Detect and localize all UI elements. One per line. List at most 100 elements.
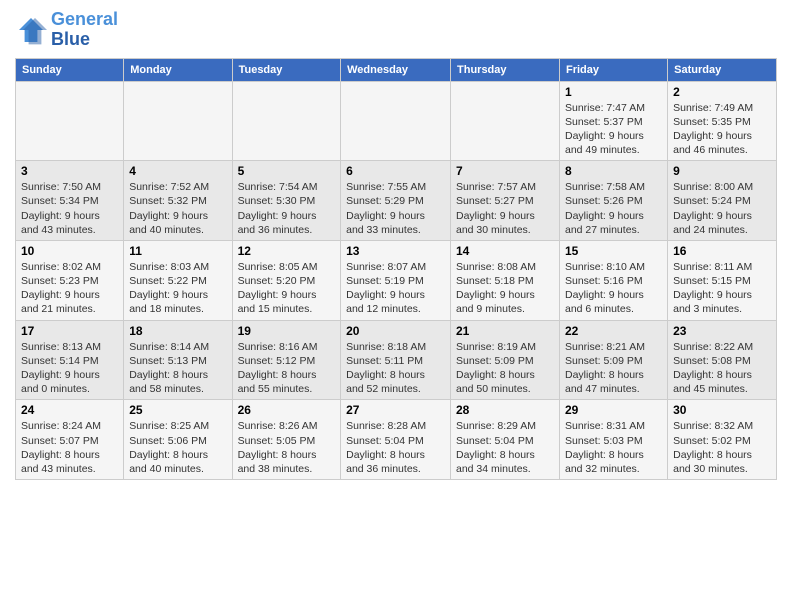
day-number: 18 — [129, 324, 226, 338]
day-number: 2 — [673, 85, 771, 99]
calendar-cell: 26 Sunrise: 8:26 AM Sunset: 5:05 PM Dayli… — [232, 400, 341, 480]
day-info: Sunrise: 8:03 AM Sunset: 5:22 PM Dayligh… — [129, 260, 226, 317]
calendar-cell: 28 Sunrise: 8:29 AM Sunset: 5:04 PM Dayli… — [451, 400, 560, 480]
day-info: Sunrise: 8:28 AM Sunset: 5:04 PM Dayligh… — [346, 419, 445, 476]
calendar-table: SundayMondayTuesdayWednesdayThursdayFrid… — [15, 58, 777, 480]
day-info: Sunrise: 8:21 AM Sunset: 5:09 PM Dayligh… — [565, 340, 662, 397]
calendar-cell: 14Sunrise: 8:08 AM Sunset: 5:18 PM Dayli… — [451, 240, 560, 320]
calendar-cell: 25 Sunrise: 8:25 AM Sunset: 5:06 PM Dayli… — [124, 400, 232, 480]
day-number: 1 — [565, 85, 662, 99]
calendar-cell — [451, 81, 560, 161]
day-info: Sunrise: 7:54 AM Sunset: 5:30 PM Dayligh… — [238, 180, 336, 237]
column-header-wednesday: Wednesday — [341, 58, 451, 81]
day-info: Sunrise: 8:02 AM Sunset: 5:23 PM Dayligh… — [21, 260, 118, 317]
calendar-cell: 8 Sunrise: 7:58 AM Sunset: 5:26 PM Daylig… — [559, 161, 667, 241]
calendar-week-row: 17 Sunrise: 8:13 AM Sunset: 5:14 PM Dayli… — [16, 320, 777, 400]
calendar-cell: 24 Sunrise: 8:24 AM Sunset: 5:07 PM Dayli… — [16, 400, 124, 480]
calendar-cell: 3 Sunrise: 7:50 AM Sunset: 5:34 PM Daylig… — [16, 161, 124, 241]
day-info: Sunrise: 8:24 AM Sunset: 5:07 PM Dayligh… — [21, 419, 118, 476]
day-number: 30 — [673, 403, 771, 417]
day-number: 29 — [565, 403, 662, 417]
page-container: General Blue SundayMondayTuesdayWednesda… — [0, 0, 792, 485]
calendar-cell: 9 Sunrise: 8:00 AM Sunset: 5:24 PM Daylig… — [668, 161, 777, 241]
day-number: 21 — [456, 324, 554, 338]
calendar-cell — [232, 81, 341, 161]
header: General Blue — [15, 10, 777, 50]
day-info: Sunrise: 8:00 AM Sunset: 5:24 PM Dayligh… — [673, 180, 771, 237]
day-number: 13 — [346, 244, 445, 258]
day-number: 14 — [456, 244, 554, 258]
day-info: Sunrise: 8:07 AM Sunset: 5:19 PM Dayligh… — [346, 260, 445, 317]
day-info: Sunrise: 7:55 AM Sunset: 5:29 PM Dayligh… — [346, 180, 445, 237]
logo-text: General Blue — [51, 10, 118, 50]
day-number: 25 — [129, 403, 226, 417]
calendar-cell — [16, 81, 124, 161]
calendar-cell: 19 Sunrise: 8:16 AM Sunset: 5:12 PM Dayli… — [232, 320, 341, 400]
day-number: 8 — [565, 164, 662, 178]
calendar-cell: 29 Sunrise: 8:31 AM Sunset: 5:03 PM Dayli… — [559, 400, 667, 480]
day-number: 11 — [129, 244, 226, 258]
day-info: Sunrise: 8:22 AM Sunset: 5:08 PM Dayligh… — [673, 340, 771, 397]
day-number: 12 — [238, 244, 336, 258]
column-header-tuesday: Tuesday — [232, 58, 341, 81]
column-header-sunday: Sunday — [16, 58, 124, 81]
day-info: Sunrise: 8:29 AM Sunset: 5:04 PM Dayligh… — [456, 419, 554, 476]
calendar-cell: 23 Sunrise: 8:22 AM Sunset: 5:08 PM Dayli… — [668, 320, 777, 400]
calendar-week-row: 3 Sunrise: 7:50 AM Sunset: 5:34 PM Daylig… — [16, 161, 777, 241]
day-info: Sunrise: 8:16 AM Sunset: 5:12 PM Dayligh… — [238, 340, 336, 397]
calendar-cell: 17 Sunrise: 8:13 AM Sunset: 5:14 PM Dayli… — [16, 320, 124, 400]
day-number: 4 — [129, 164, 226, 178]
day-info: Sunrise: 8:26 AM Sunset: 5:05 PM Dayligh… — [238, 419, 336, 476]
day-number: 22 — [565, 324, 662, 338]
day-info: Sunrise: 8:19 AM Sunset: 5:09 PM Dayligh… — [456, 340, 554, 397]
calendar-cell: 15 Sunrise: 8:10 AM Sunset: 5:16 PM Dayli… — [559, 240, 667, 320]
column-header-saturday: Saturday — [668, 58, 777, 81]
calendar-week-row: 24 Sunrise: 8:24 AM Sunset: 5:07 PM Dayli… — [16, 400, 777, 480]
day-number: 26 — [238, 403, 336, 417]
day-number: 7 — [456, 164, 554, 178]
day-info: Sunrise: 7:47 AM Sunset: 5:37 PM Dayligh… — [565, 101, 662, 158]
day-number: 16 — [673, 244, 771, 258]
day-number: 6 — [346, 164, 445, 178]
calendar-cell: 18 Sunrise: 8:14 AM Sunset: 5:13 PM Dayli… — [124, 320, 232, 400]
day-info: Sunrise: 8:05 AM Sunset: 5:20 PM Dayligh… — [238, 260, 336, 317]
calendar-cell: 27 Sunrise: 8:28 AM Sunset: 5:04 PM Dayli… — [341, 400, 451, 480]
calendar-cell: 4 Sunrise: 7:52 AM Sunset: 5:32 PM Daylig… — [124, 161, 232, 241]
calendar-cell: 16 Sunrise: 8:11 AM Sunset: 5:15 PM Dayli… — [668, 240, 777, 320]
calendar-cell: 12 Sunrise: 8:05 AM Sunset: 5:20 PM Dayli… — [232, 240, 341, 320]
day-info: Sunrise: 8:14 AM Sunset: 5:13 PM Dayligh… — [129, 340, 226, 397]
day-number: 27 — [346, 403, 445, 417]
calendar-cell — [124, 81, 232, 161]
calendar-cell: 1 Sunrise: 7:47 AM Sunset: 5:37 PM Daylig… — [559, 81, 667, 161]
column-header-monday: Monday — [124, 58, 232, 81]
calendar-cell: 22 Sunrise: 8:21 AM Sunset: 5:09 PM Dayli… — [559, 320, 667, 400]
day-info: Sunrise: 8:31 AM Sunset: 5:03 PM Dayligh… — [565, 419, 662, 476]
day-info: Sunrise: 7:50 AM Sunset: 5:34 PM Dayligh… — [21, 180, 118, 237]
day-number: 28 — [456, 403, 554, 417]
day-number: 17 — [21, 324, 118, 338]
calendar-cell: 5Sunrise: 7:54 AM Sunset: 5:30 PM Daylig… — [232, 161, 341, 241]
day-number: 3 — [21, 164, 118, 178]
day-info: Sunrise: 7:57 AM Sunset: 5:27 PM Dayligh… — [456, 180, 554, 237]
calendar-cell: 6 Sunrise: 7:55 AM Sunset: 5:29 PM Daylig… — [341, 161, 451, 241]
day-info: Sunrise: 8:10 AM Sunset: 5:16 PM Dayligh… — [565, 260, 662, 317]
day-number: 24 — [21, 403, 118, 417]
day-info: Sunrise: 8:13 AM Sunset: 5:14 PM Dayligh… — [21, 340, 118, 397]
day-info: Sunrise: 8:11 AM Sunset: 5:15 PM Dayligh… — [673, 260, 771, 317]
day-number: 19 — [238, 324, 336, 338]
day-info: Sunrise: 7:52 AM Sunset: 5:32 PM Dayligh… — [129, 180, 226, 237]
day-info: Sunrise: 8:32 AM Sunset: 5:02 PM Dayligh… — [673, 419, 771, 476]
day-number: 15 — [565, 244, 662, 258]
calendar-header-row: SundayMondayTuesdayWednesdayThursdayFrid… — [16, 58, 777, 81]
day-number: 10 — [21, 244, 118, 258]
day-info: Sunrise: 7:58 AM Sunset: 5:26 PM Dayligh… — [565, 180, 662, 237]
day-number: 23 — [673, 324, 771, 338]
logo: General Blue — [15, 10, 118, 50]
day-number: 9 — [673, 164, 771, 178]
logo-icon — [15, 14, 47, 46]
calendar-cell: 10 Sunrise: 8:02 AM Sunset: 5:23 PM Dayli… — [16, 240, 124, 320]
day-info: Sunrise: 8:25 AM Sunset: 5:06 PM Dayligh… — [129, 419, 226, 476]
calendar-cell: 11 Sunrise: 8:03 AM Sunset: 5:22 PM Dayli… — [124, 240, 232, 320]
day-info: Sunrise: 7:49 AM Sunset: 5:35 PM Dayligh… — [673, 101, 771, 158]
column-header-thursday: Thursday — [451, 58, 560, 81]
